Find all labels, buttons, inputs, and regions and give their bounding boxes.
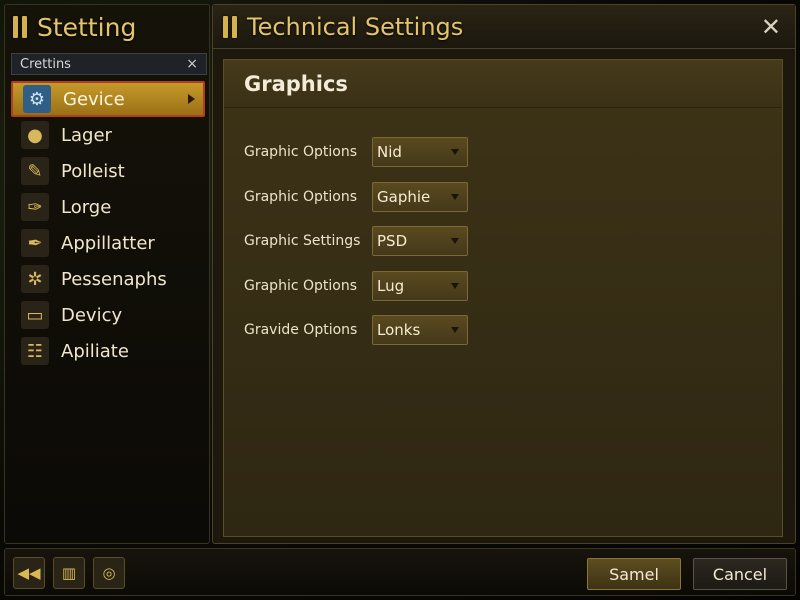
quill-icon: ✒	[21, 229, 49, 257]
sidebar-item-label: Appillatter	[61, 232, 155, 254]
rewind-icon[interactable]: ◀◀	[13, 557, 45, 589]
cog-pair-icon: ✲	[21, 265, 49, 293]
chevron-down-icon	[451, 193, 459, 200]
settings-sidebar: Stetting Crettins × ⚙ Gevice ● Lager ✎ Pollei…	[4, 4, 210, 544]
chevron-down-icon	[451, 238, 459, 245]
option-dropdown[interactable]: Lonks	[372, 315, 468, 346]
option-row: Graphic Options Lug	[244, 264, 782, 309]
sidebar-item[interactable]: ⚙ Gevice	[11, 81, 205, 117]
search-input-value: Crettins	[20, 56, 71, 72]
window-title: Technical Settings	[247, 12, 464, 41]
dropdown-value: Nid	[377, 143, 402, 162]
gears-icon: ⚙	[23, 85, 51, 113]
clear-search-icon[interactable]: ×	[186, 56, 198, 72]
option-row: Graphic Options Gaphie	[244, 175, 782, 220]
sidebar-item[interactable]: ✲ Pessenaphs	[11, 261, 205, 297]
option-dropdown[interactable]: PSD	[372, 226, 468, 257]
game-settings-screen: Stetting Crettins × ⚙ Gevice ● Lager ✎ Pollei…	[0, 0, 800, 600]
sidebar-item[interactable]: ✒ Appillatter	[11, 225, 205, 261]
sidebar-item[interactable]: ✑ Lorge	[11, 189, 205, 225]
option-dropdown[interactable]: Nid	[372, 137, 468, 168]
inventory-icon[interactable]: ▥	[53, 557, 85, 589]
section-title: Graphics	[244, 71, 348, 96]
option-dropdown[interactable]: Lug	[372, 270, 468, 301]
option-label: Graphic Settings	[244, 233, 361, 250]
sidebar-item-label: Lorge	[61, 196, 112, 218]
window-header: Technical Settings ✕	[213, 5, 795, 49]
display-icon: ▭	[21, 301, 49, 329]
chevron-down-icon	[451, 327, 459, 334]
lightbulb-icon: ●	[21, 121, 49, 149]
chevron-right-icon	[188, 94, 195, 104]
option-row: Graphic Options Nid	[244, 130, 782, 175]
option-row: Gravide Options Lonks	[244, 308, 782, 353]
option-row: Graphic Settings PSD	[244, 219, 782, 264]
cancel-button[interactable]: Cancel	[693, 558, 787, 590]
chevron-down-icon	[451, 282, 459, 289]
brush-icon: ✑	[21, 193, 49, 221]
bottom-toolbar: ◀◀ ▥ ◎ Samel Cancel	[4, 548, 796, 596]
pencil-icon: ✎	[21, 157, 49, 185]
option-label: Graphic Options	[244, 188, 357, 205]
sidebar-item[interactable]: ☷ Apiliate	[11, 333, 205, 369]
option-dropdown[interactable]: Gaphie	[372, 181, 468, 212]
network-icon: ☷	[21, 337, 49, 365]
sidebar-item-label: Lager	[61, 124, 112, 146]
dropdown-value: Gaphie	[377, 187, 431, 206]
sidebar-item-label: Polleist	[61, 160, 125, 182]
section-header: Graphics	[224, 60, 782, 108]
sidebar-menu: ⚙ Gevice ● Lager ✎ Polleist ✑ Lorge ✒ Appillatter…	[5, 81, 209, 369]
settings-content: Graphics Graphic Options Nid Graphic Optio…	[223, 59, 783, 537]
option-label: Graphic Options	[244, 144, 357, 161]
technical-settings-window: Technical Settings ✕ Graphics Graphic Op…	[212, 4, 796, 544]
dropdown-value: PSD	[377, 232, 408, 251]
target-icon[interactable]: ◎	[93, 557, 125, 589]
pause-icon	[223, 15, 237, 38]
sidebar-item-label: Apiliate	[61, 340, 129, 362]
sidebar-item[interactable]: ● Lager	[11, 117, 205, 153]
search-input[interactable]: Crettins ×	[11, 53, 207, 75]
sidebar-item-label: Devicy	[61, 304, 123, 326]
chevron-down-icon	[451, 149, 459, 156]
sidebar-title: Stetting	[37, 12, 137, 42]
close-icon[interactable]: ✕	[761, 13, 781, 41]
sidebar-item-label: Gevice	[63, 88, 125, 110]
dropdown-value: Lonks	[377, 321, 421, 340]
save-button[interactable]: Samel	[587, 558, 681, 590]
option-label: Gravide Options	[244, 322, 358, 339]
options-list: Graphic Options Nid Graphic Options Gaphie G…	[224, 108, 782, 353]
sidebar-item[interactable]: ✎ Polleist	[11, 153, 205, 189]
sidebar-item-label: Pessenaphs	[61, 268, 167, 290]
sidebar-item[interactable]: ▭ Devicy	[11, 297, 205, 333]
sidebar-header: Stetting	[5, 5, 209, 49]
option-label: Graphic Options	[244, 277, 357, 294]
dropdown-value: Lug	[377, 276, 405, 295]
pause-icon	[13, 16, 27, 38]
